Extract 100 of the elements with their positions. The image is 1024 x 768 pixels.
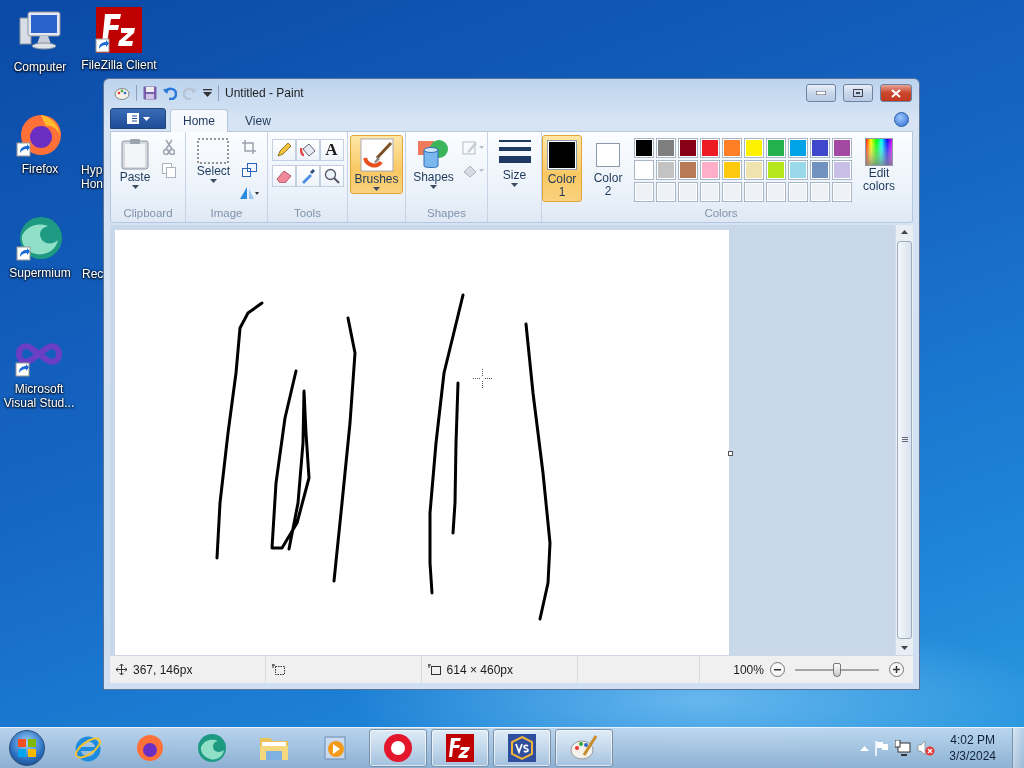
taskbar-button[interactable] <box>493 729 551 767</box>
color-2-button[interactable]: Color 2 <box>588 135 629 201</box>
custom-color-slot[interactable] <box>634 182 655 202</box>
custom-color-slot[interactable] <box>656 182 677 202</box>
palette-swatch[interactable] <box>788 160 809 180</box>
palette-swatch[interactable] <box>832 138 853 158</box>
ribbon-tab[interactable]: View <box>232 109 284 132</box>
color-1-button[interactable]: Color 1 <box>542 135 583 202</box>
palette-swatch[interactable] <box>634 138 655 158</box>
color-picker-tool[interactable] <box>295 165 320 187</box>
undo-icon[interactable] <box>163 86 177 100</box>
palette-swatch[interactable] <box>810 138 831 158</box>
start-button[interactable] <box>9 730 45 766</box>
move-cursor-icon <box>116 664 127 675</box>
desktop-icon-label[interactable]: Microsoft Visual Stud... <box>0 382 78 410</box>
custom-color-slot[interactable] <box>744 182 765 202</box>
save-icon[interactable] <box>143 86 157 100</box>
custom-color-slot[interactable] <box>810 182 831 202</box>
selection-size-icon <box>271 664 285 675</box>
group-label: Image <box>209 207 244 221</box>
palette-swatch[interactable] <box>700 138 721 158</box>
palette-swatch[interactable] <box>634 160 655 180</box>
palette-swatch[interactable] <box>788 138 809 158</box>
app-menu-button[interactable] <box>110 108 166 129</box>
close-icon <box>891 88 901 98</box>
clock-date: 3/3/2024 <box>949 748 996 764</box>
taskbar-button[interactable] <box>369 729 427 767</box>
edit-colors-button[interactable]: Edit colors <box>858 135 900 196</box>
brushes-button[interactable]: Brushes <box>350 135 403 194</box>
clock[interactable]: 4:02 PM 3/3/2024 <box>949 732 996 764</box>
fill-tool[interactable] <box>295 139 320 161</box>
desktop-icon-label[interactable]: Computer <box>13 60 67 74</box>
restore-button[interactable] <box>843 84 873 102</box>
minimize-button[interactable] <box>806 84 836 102</box>
palette-swatch[interactable] <box>700 160 721 180</box>
paint-palette-icon[interactable] <box>114 86 130 100</box>
network-button[interactable] <box>895 740 912 756</box>
desktop-icon-label[interactable]: Firefox <box>21 162 59 176</box>
filezilla-icon <box>445 733 475 763</box>
desktop-icon-label[interactable]: Supermium <box>9 266 71 280</box>
zoom-slider-thumb[interactable] <box>832 662 841 677</box>
customize-dropdown-icon[interactable] <box>203 89 212 97</box>
palette-swatch[interactable] <box>678 160 699 180</box>
palette-swatch[interactable] <box>722 160 743 180</box>
select-button[interactable]: Select <box>192 135 235 186</box>
custom-color-slot[interactable] <box>678 182 699 202</box>
drawing-canvas[interactable] <box>115 230 729 655</box>
palette-swatch[interactable] <box>766 138 787 158</box>
text-tool[interactable]: A <box>319 139 344 161</box>
desktop-icon-label[interactable]: Hyp Hon <box>81 163 105 191</box>
ribbon-tab[interactable]: Home <box>170 109 228 132</box>
action-center-button[interactable] <box>875 740 890 756</box>
palette-swatch[interactable] <box>678 138 699 158</box>
show-desktop-button[interactable] <box>1012 728 1024 768</box>
menu-icon <box>126 113 139 124</box>
paste-button[interactable]: Paste <box>115 135 155 192</box>
pencil-tool[interactable] <box>271 139 296 161</box>
custom-color-slot[interactable] <box>722 182 743 202</box>
magnifier-tool[interactable] <box>319 165 344 187</box>
palette-swatch[interactable] <box>744 160 765 180</box>
custom-color-slot[interactable] <box>832 182 853 202</box>
taskbar-button[interactable] <box>431 729 489 767</box>
palette-swatch[interactable] <box>722 138 743 158</box>
palette-swatch[interactable] <box>832 160 853 180</box>
clock-time: 4:02 PM <box>950 732 995 748</box>
group-label: Shapes <box>426 207 467 221</box>
volume-button[interactable] <box>917 740 936 756</box>
zoom-in-button[interactable] <box>888 662 904 677</box>
paint-palette-icon <box>569 733 599 763</box>
palette-swatch[interactable] <box>744 138 765 158</box>
palette-swatch[interactable] <box>656 138 677 158</box>
palette-swatch[interactable] <box>656 160 677 180</box>
scroll-thumb[interactable] <box>897 241 912 639</box>
desktop-icon-label[interactable]: Rec <box>82 267 104 281</box>
group-label: Tools <box>293 207 322 221</box>
scissors-icon <box>163 139 176 155</box>
palette-swatch[interactable] <box>766 160 787 180</box>
resize-handle[interactable] <box>728 451 733 456</box>
copy-icon <box>162 162 177 178</box>
size-button[interactable]: Size <box>494 135 535 190</box>
custom-color-slot[interactable] <box>788 182 809 202</box>
canvas-size: 614 × 460px <box>446 662 513 677</box>
resize-icon <box>241 163 257 177</box>
color-spectrum-icon <box>865 138 893 166</box>
show-hidden-icons-button[interactable] <box>860 745 870 751</box>
custom-color-slot[interactable] <box>700 182 721 202</box>
filezilla-icon[interactable] <box>95 6 143 54</box>
visual-studio-icon <box>507 733 537 763</box>
close-button[interactable] <box>880 84 912 102</box>
custom-color-slot[interactable] <box>766 182 787 202</box>
shapes-button[interactable]: Shapes <box>409 135 458 192</box>
palette-swatch[interactable] <box>810 160 831 180</box>
desktop-icon-label[interactable]: FileZilla Client <box>81 58 157 72</box>
brush-icon <box>359 138 394 172</box>
eraser-tool[interactable] <box>271 165 296 187</box>
zoom-out-button[interactable] <box>769 662 785 677</box>
caret-icon <box>142 116 150 121</box>
vertical-scrollbar[interactable] <box>895 225 913 655</box>
supermium-icon[interactable] <box>16 214 64 262</box>
taskbar-button[interactable] <box>555 729 613 767</box>
